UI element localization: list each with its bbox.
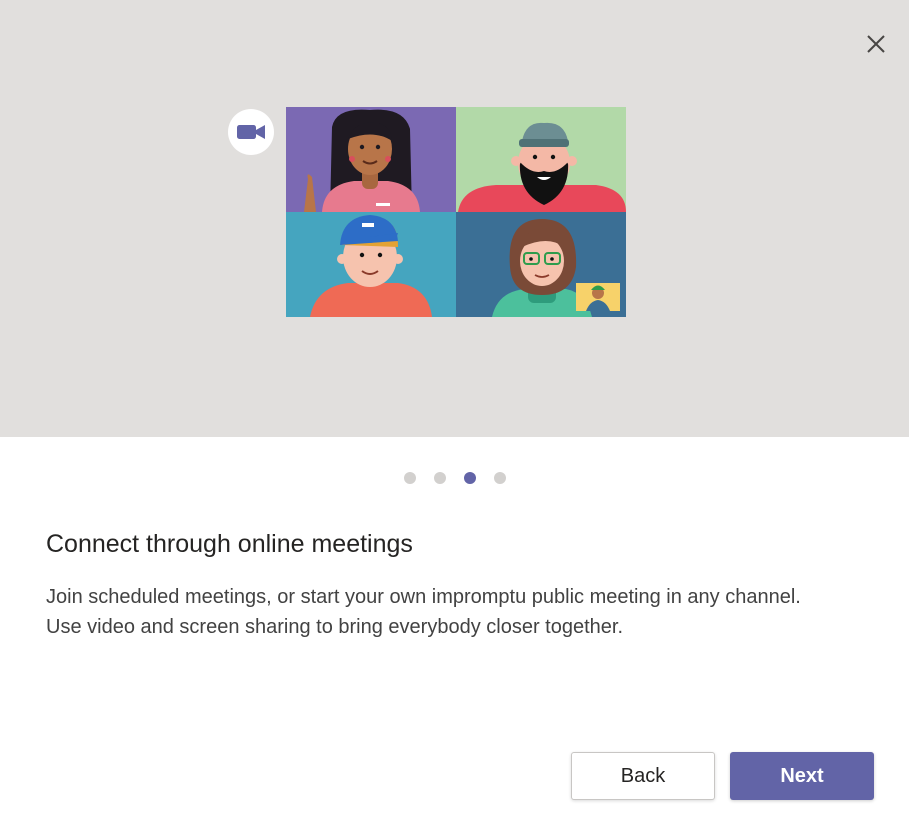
pagination-dots [0, 472, 909, 486]
participant-tile-2 [456, 107, 626, 212]
close-icon [867, 35, 885, 53]
participant-tile-1 [286, 107, 456, 212]
video-badge [228, 109, 274, 155]
page-dot-1[interactable] [403, 472, 416, 484]
description-line-2: Use video and screen sharing to bring ev… [46, 616, 624, 638]
page-dot-4[interactable] [493, 472, 506, 484]
back-button[interactable]: Back [571, 752, 715, 800]
dialog-description: Join scheduled meetings, or start your o… [46, 582, 886, 642]
next-button[interactable]: Next [730, 752, 874, 800]
participant-tile-3 [286, 212, 456, 317]
page-dot-2[interactable] [433, 472, 446, 484]
close-button[interactable] [862, 30, 890, 58]
description-line-1: Join scheduled meetings, or start your o… [46, 586, 801, 608]
hero-illustration-area [0, 0, 909, 437]
dialog-title: Connect through online meetings [46, 530, 413, 558]
self-view-thumbnail [576, 283, 620, 311]
page-dot-3[interactable] [463, 472, 476, 484]
video-camera-icon [237, 125, 265, 139]
video-call-illustration [286, 107, 626, 317]
